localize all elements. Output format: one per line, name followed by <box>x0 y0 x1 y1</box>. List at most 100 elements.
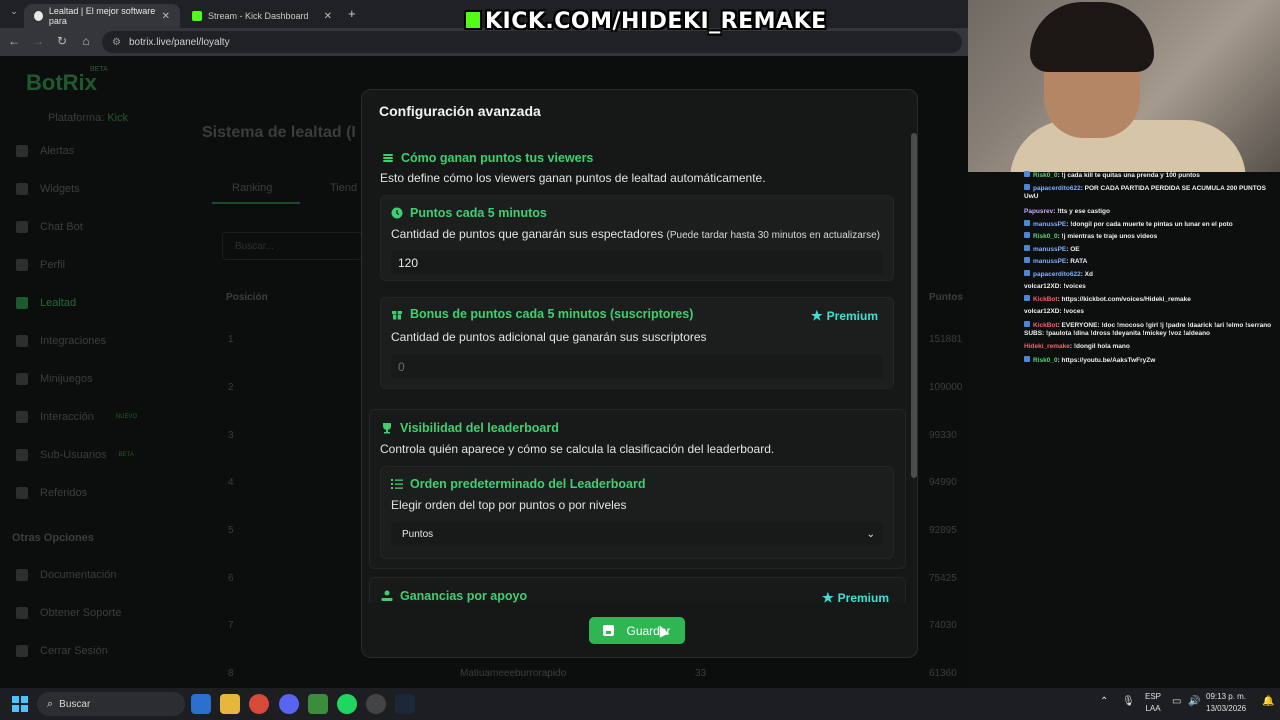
system-clock[interactable]: 09:13 p. m. 13/03/2026 <box>1206 691 1246 715</box>
language-indicator[interactable]: ESP LAA <box>1145 691 1161 715</box>
close-tab-icon[interactable]: ✕ <box>162 11 170 22</box>
save-button[interactable]: Guardar <box>589 617 685 644</box>
taskbar-search[interactable]: ⌕ Buscar <box>37 692 185 716</box>
doc-icon <box>16 569 28 581</box>
obs-icon[interactable] <box>366 694 386 714</box>
tab-tienda[interactable]: Tiend <box>330 182 357 194</box>
premium-badge: ★ Premium <box>822 590 889 603</box>
search-icon: ⌕ <box>47 697 54 710</box>
ordered-list-icon <box>390 478 403 491</box>
widgets-app-icon[interactable] <box>191 694 211 714</box>
kick-logo-icon <box>464 10 482 30</box>
heart-icon <box>16 297 28 309</box>
sidebar-item-interaccion[interactable]: Interacción NUEVO <box>16 408 137 426</box>
sub-bonus-input[interactable]: 0 <box>391 355 883 379</box>
leaderboard-order-select[interactable]: Puntos ⌄ <box>391 522 883 546</box>
premium-badge: ★ Premium <box>811 308 879 323</box>
support-earnings-heading: Ganancias por apoyo <box>380 589 527 603</box>
tab-label: Lealtad | El mejor software para <box>48 6 156 26</box>
modal-scroll-area[interactable]: Cómo ganan puntos tus viewers Esto defin… <box>369 133 906 603</box>
earn-points-description: Esto define cómo los viewers ganan punto… <box>380 171 766 185</box>
profile-icon <box>16 259 28 271</box>
chat-message: Papusrev: !tts y ese castigo <box>1024 208 1110 215</box>
botrix-favicon-icon <box>34 11 43 21</box>
file-explorer-icon[interactable] <box>220 694 240 714</box>
tray-overflow-icon[interactable]: ⌃ <box>1100 696 1108 707</box>
users-icon <box>16 449 28 461</box>
rank-points: 99330 <box>929 430 957 441</box>
beta-badge: BETA <box>90 66 108 73</box>
tab-label: Stream - Kick Dashboard <box>208 11 309 21</box>
ranking-search-input[interactable]: Buscar... <box>222 232 362 260</box>
windows-taskbar: ⌕ Buscar ⌃ 🎙 ESP LAA ▭ 🔊 09:13 p. m. 13/03/… <box>0 688 1280 720</box>
chat-message: manussPE: !dongil por cada muerte te pin… <box>1024 220 1276 229</box>
sidebar-item-cerrar-sesion[interactable]: Cerrar Sesión <box>16 642 108 660</box>
windows-start-icon[interactable] <box>12 696 28 712</box>
chat-message: Risk0_0: !j cada kill te quitas una pren… <box>1024 171 1276 180</box>
rank-position: 4 <box>228 477 234 488</box>
tab-ranking[interactable]: Ranking <box>232 182 272 194</box>
gift-icon <box>390 308 403 321</box>
chrome-icon[interactable] <box>249 694 269 714</box>
network-icon[interactable]: ▭ <box>1172 696 1181 707</box>
platform-label: Plataforma: Kick <box>48 112 129 124</box>
sidebar-item-perfil[interactable]: Perfil <box>16 256 65 274</box>
star-icon: ★ <box>811 308 823 323</box>
column-header-points: Puntos <box>929 292 963 303</box>
new-tab-button[interactable]: + <box>348 6 356 21</box>
rank-points: 151881 <box>929 334 963 345</box>
minecraft-icon[interactable] <box>308 694 328 714</box>
points-every-input[interactable]: 120 <box>391 251 883 275</box>
trophy-icon <box>380 422 393 435</box>
robot-icon <box>16 221 28 233</box>
new-badge: NUEVO <box>115 414 138 420</box>
tab-kick-dashboard[interactable]: Stream - Kick Dashboard ✕ <box>182 4 342 28</box>
home-icon[interactable]: ⌂ <box>78 34 94 48</box>
sidebar-item-alertas[interactable]: Alertas <box>16 142 74 160</box>
chevron-down-icon: ⌄ <box>866 528 875 540</box>
sidebar-item-integraciones[interactable]: Integraciones <box>16 332 106 350</box>
reload-icon[interactable]: ↻ <box>54 34 70 48</box>
spotify-icon[interactable] <box>337 694 357 714</box>
widgets-icon <box>16 183 28 195</box>
leaderboard-order-heading: Orden predeterminado del Leaderboard <box>390 477 645 491</box>
steam-icon[interactable] <box>395 694 415 714</box>
sidebar-item-widgets[interactable]: Widgets <box>16 180 80 198</box>
sidebar-item-documentacion[interactable]: Documentación <box>16 566 116 584</box>
modal-scrollbar-thumb[interactable] <box>911 133 917 478</box>
rank-position: 6 <box>228 573 234 584</box>
points-every-description: Cantidad de puntos que ganarán sus espec… <box>391 227 880 241</box>
rank-points: 75425 <box>929 573 957 584</box>
sidebar-item-chat-bot[interactable]: Chat Bot <box>16 218 83 236</box>
tab-lealtad[interactable]: Lealtad | El mejor software para ✕ <box>24 4 180 28</box>
leaderboard-visibility-description: Controla quién aparece y cómo se calcula… <box>380 442 775 456</box>
forward-icon[interactable]: → <box>30 34 46 48</box>
rank-position: 8 <box>228 668 234 679</box>
sidebar-item-lealtad[interactable]: Lealtad <box>16 294 76 312</box>
sidebar-item-minijuegos[interactable]: Minijuegos <box>16 370 93 388</box>
back-icon[interactable]: ← <box>6 34 22 48</box>
chat-message: manussPE: OE <box>1024 245 1276 254</box>
page-title: Sistema de lealtad (I <box>202 124 356 141</box>
chat-message: KickBot: https://kickbot.com/voices/Hide… <box>1024 295 1276 304</box>
sidebar-item-sub-usuarios[interactable]: Sub-Usuarios BETA <box>16 446 134 464</box>
rank-position: 5 <box>228 525 234 536</box>
close-tab-icon[interactable]: ✕ <box>324 11 332 22</box>
chat-message: manussPE: RATA <box>1024 257 1276 266</box>
notifications-icon[interactable]: 🔔 <box>1262 696 1274 707</box>
gamepad-icon <box>16 373 28 385</box>
chat-message: volcar12XD: !voces <box>1024 308 1084 315</box>
volume-icon[interactable]: 🔊 <box>1188 696 1200 707</box>
logout-icon <box>16 645 28 657</box>
chat-message: papacerdito622: POR CADA PARTIDA PERDIDA… <box>1024 184 1266 200</box>
sub-bonus-description: Cantidad de puntos adicional que ganarán… <box>391 330 707 344</box>
kick-channel-banner: KICK.COM/HIDEKI_REMAKE <box>464 9 827 37</box>
chat-message: Risk0_0: !j mientras te traje unos video… <box>1024 232 1276 241</box>
sidebar-item-referidos[interactable]: Referidos <box>16 484 87 502</box>
site-info-icon[interactable]: ⚙ <box>112 37 121 48</box>
leaderboard-visibility-heading: Visibilidad del leaderboard <box>380 421 559 435</box>
sidebar-item-soporte[interactable]: Obtener Soporte <box>16 604 121 622</box>
discord-icon[interactable] <box>279 694 299 714</box>
microphone-icon[interactable]: 🎙 <box>1122 696 1135 707</box>
tab-list-icon[interactable]: ⌄ <box>6 6 22 17</box>
